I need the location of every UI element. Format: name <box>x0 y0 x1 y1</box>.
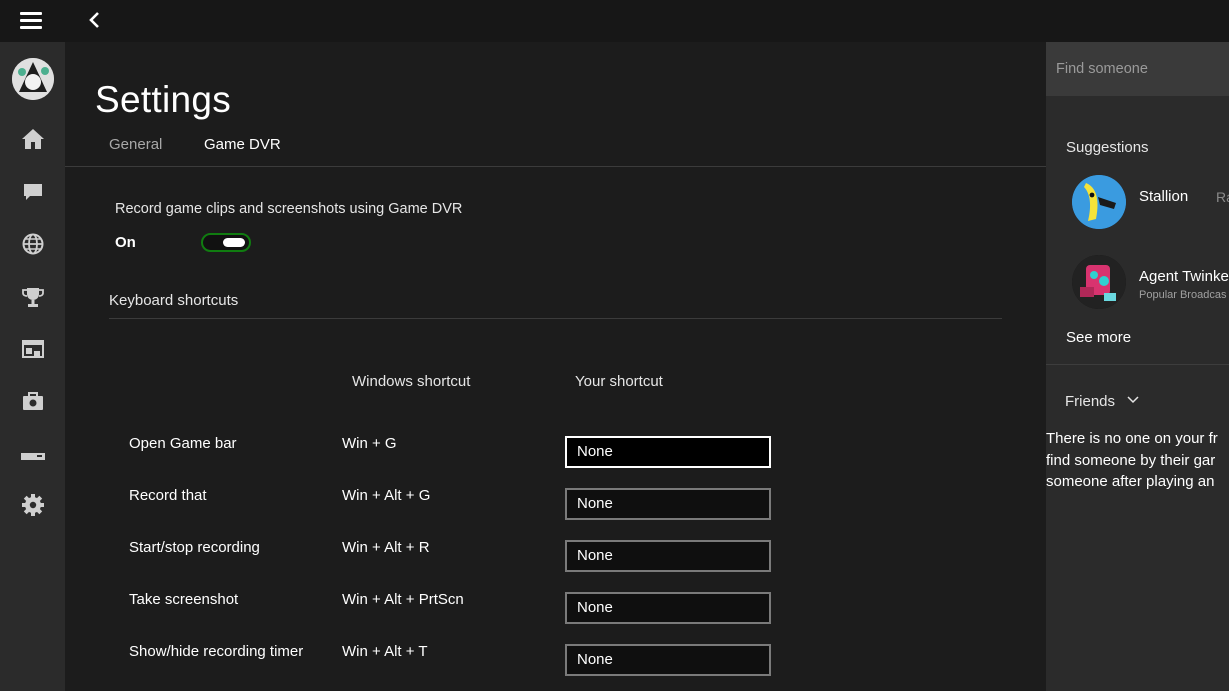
section-divider <box>109 318 1002 319</box>
social-panel: Find someone Suggestions Stallion Ra Age… <box>1046 42 1229 691</box>
suggestion-avatar[interactable] <box>1072 175 1126 229</box>
shortcut-action-label: Take screenshot <box>129 591 239 608</box>
see-more-link[interactable]: See more <box>1066 329 1131 346</box>
friends-dropdown[interactable]: Friends <box>1065 393 1115 410</box>
shortcut-input[interactable]: None <box>565 488 771 520</box>
shortcut-action-label: Record that <box>129 487 207 504</box>
tab-general[interactable]: General <box>109 136 162 153</box>
toggle-knob <box>223 238 245 247</box>
keyboard-shortcuts-heading: Keyboard shortcuts <box>109 292 239 309</box>
game-dvr-icon[interactable] <box>20 336 46 362</box>
windows-shortcut-value: Win + Alt + T <box>342 643 428 660</box>
page-title: Settings <box>95 79 232 120</box>
suggestion-avatar[interactable] <box>1072 255 1126 309</box>
chevron-down-icon[interactable] <box>1126 394 1140 406</box>
connect-console-icon[interactable] <box>20 444 46 470</box>
record-setting-label: Record game clips and screenshots using … <box>115 201 463 217</box>
messages-icon[interactable] <box>20 179 46 205</box>
panel-divider <box>1046 364 1229 365</box>
windows-shortcut-value: Win + Alt + R <box>342 539 430 556</box>
windows-shortcut-value: Win + G <box>342 435 397 452</box>
shortcut-action-label: Show/hide recording timer <box>129 643 304 660</box>
shortcut-action-label: Open Game bar <box>129 435 237 452</box>
find-someone-search[interactable]: Find someone <box>1046 42 1229 96</box>
suggestions-heading: Suggestions <box>1066 139 1149 156</box>
back-arrow-icon[interactable] <box>85 9 105 31</box>
friends-empty-line: find someone by their gar <box>1046 451 1216 469</box>
windows-shortcut-value: Win + Alt + G <box>342 487 431 504</box>
suggestion-name[interactable]: Agent Twinke <box>1139 268 1229 285</box>
shortcut-input[interactable]: None <box>565 592 771 624</box>
windows-shortcut-value: Win + Alt + PrtScn <box>342 591 464 608</box>
settings-pane: Settings General Game DVR Record game cl… <box>65 42 1046 691</box>
tab-game-dvr[interactable]: Game DVR <box>204 136 281 153</box>
windows-shortcut-header: Windows shortcut <box>352 373 471 390</box>
toggle-state-label: On <box>115 234 136 251</box>
record-toggle[interactable] <box>201 233 251 252</box>
friends-empty-line: someone after playing an <box>1046 473 1215 490</box>
settings-gear-icon[interactable] <box>20 492 46 518</box>
suggestion-name[interactable]: Stallion <box>1139 188 1188 205</box>
suggestion-subtitle: Popular Broadcas <box>1139 289 1227 301</box>
activity-globe-icon[interactable] <box>20 231 46 257</box>
your-shortcut-header: Your shortcut <box>575 373 663 390</box>
title-bar <box>0 0 1229 42</box>
shortcut-input[interactable]: None <box>565 436 771 468</box>
hamburger-icon[interactable] <box>20 12 42 30</box>
suggestion-extra: Ra <box>1216 189 1229 205</box>
store-icon[interactable] <box>20 388 46 414</box>
home-icon[interactable] <box>20 126 46 152</box>
navigation-rail <box>0 42 65 691</box>
shortcut-input[interactable]: None <box>565 540 771 572</box>
friends-empty-message: There is no one on your fr find someone … <box>1046 428 1218 493</box>
friends-empty-line: There is no one on your fr <box>1046 430 1218 447</box>
achievements-trophy-icon[interactable] <box>20 284 46 310</box>
tab-divider <box>65 166 1046 167</box>
shortcut-input[interactable]: None <box>565 644 771 676</box>
shortcut-action-label: Start/stop recording <box>129 539 260 556</box>
search-placeholder: Find someone <box>1056 61 1148 77</box>
profile-avatar[interactable] <box>12 58 54 100</box>
